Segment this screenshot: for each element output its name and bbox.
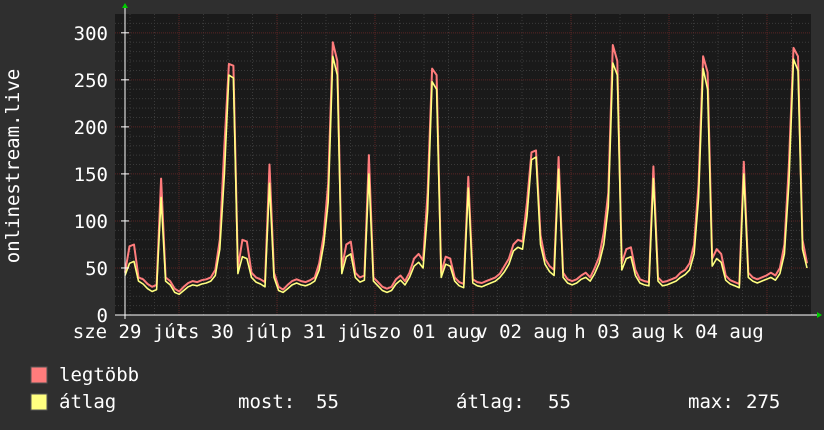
- legend-label-atlag: átlag: [59, 391, 116, 413]
- stat-atlag-label: átlag:: [456, 391, 525, 413]
- x-tick-label: cs 30 júl: [177, 321, 280, 343]
- stat-most-value: 55: [316, 391, 339, 413]
- x-tick-label: k 04 aug: [672, 321, 764, 343]
- stat-most-label: most:: [238, 391, 295, 413]
- y-tick-label: 100: [74, 211, 108, 233]
- y-tick-label: 300: [74, 23, 108, 45]
- stat-atlag-value: 55: [548, 391, 571, 413]
- y-tick-label: 50: [85, 258, 108, 280]
- x-tick-label: szo 01 aug: [367, 321, 481, 343]
- legend-swatch-legtobb: [30, 366, 48, 384]
- y-tick-label: 200: [74, 117, 108, 139]
- x-tick-label: p 31 júl: [280, 321, 372, 343]
- rrd-chart: 050100150200250300 sze 29 júlcs 30 júl p …: [0, 0, 824, 430]
- legend-swatch-atlag: [30, 393, 48, 411]
- legend-label-legtobb: legtöbb: [59, 364, 139, 386]
- y-tick-label: 250: [74, 70, 108, 92]
- x-tick-labels: sze 29 júlcs 30 júl p 31 júlszo 01 augv 0…: [73, 321, 764, 343]
- x-tick-label: v 02 aug: [476, 321, 568, 343]
- stat-max-label: max:: [688, 391, 734, 413]
- y-tick-label: 150: [74, 164, 108, 186]
- y-axis-label: onlinestream.live: [2, 69, 24, 263]
- stat-max-value: 275: [746, 391, 780, 413]
- x-tick-label: h 03 aug: [574, 321, 666, 343]
- x-tick-label: sze 29 júl: [73, 321, 187, 343]
